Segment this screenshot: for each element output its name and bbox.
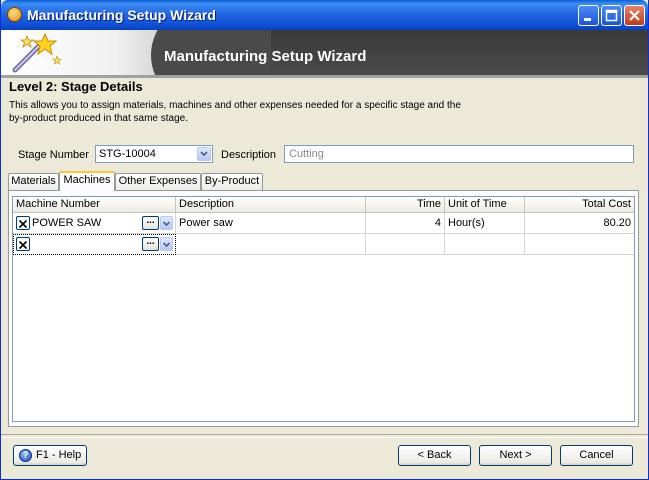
banner-title: Manufacturing Setup Wizard — [164, 48, 367, 65]
tab-other-expenses[interactable]: Other Expenses — [115, 173, 201, 190]
maximize-button[interactable] — [601, 5, 622, 26]
col-header-description[interactable]: Description — [176, 197, 366, 213]
machine-dropdown-button[interactable] — [160, 216, 173, 230]
next-button[interactable]: Next > — [479, 445, 552, 466]
minimize-button[interactable] — [578, 5, 599, 26]
magic-wand-icon — [12, 32, 62, 73]
col-header-unit-of-time[interactable]: Unit of Time — [445, 197, 525, 213]
unit-of-time-cell[interactable] — [445, 234, 525, 255]
time-cell[interactable]: 4 — [366, 213, 445, 234]
app-icon — [7, 7, 22, 22]
delete-row-button[interactable] — [16, 237, 30, 251]
time-cell[interactable] — [366, 234, 445, 255]
machines-grid: Machine Number Description Time Unit of … — [12, 196, 635, 422]
minimize-icon — [584, 18, 591, 21]
lookup-button[interactable]: ... — [142, 237, 159, 251]
close-icon — [18, 240, 28, 250]
tab-materials[interactable]: Materials — [8, 173, 59, 190]
tab-by-product[interactable]: By-Product — [201, 173, 263, 190]
ellipsis-icon: ... — [146, 215, 155, 226]
maximize-icon — [605, 9, 618, 22]
chevron-down-icon — [162, 221, 171, 227]
description-label: Description — [221, 149, 277, 161]
stage-number-dropdown-button[interactable] — [197, 147, 211, 161]
tab-machines[interactable]: Machines — [59, 171, 115, 191]
col-header-machine-number[interactable]: Machine Number — [13, 197, 176, 213]
total-cost-cell[interactable]: 80.20 — [525, 213, 634, 234]
machine-dropdown-button[interactable] — [160, 237, 173, 251]
level-description: This allows you to assign materials, mac… — [9, 100, 461, 124]
machine-number-cell[interactable]: POWER SAW ... — [13, 213, 176, 234]
wizard-banner: Manufacturing Setup Wizard — [1, 30, 648, 75]
chevron-down-icon — [162, 242, 171, 248]
help-button-label: F1 - Help — [36, 449, 82, 461]
title-bar[interactable]: Manufacturing Setup Wizard — [1, 0, 648, 30]
col-header-time[interactable]: Time — [366, 197, 445, 213]
lookup-button[interactable]: ... — [142, 216, 159, 230]
stage-number-combo[interactable]: STG-10004 — [95, 145, 213, 163]
ellipsis-icon: ... — [146, 236, 155, 247]
unit-of-time-cell[interactable]: Hour(s) — [445, 213, 525, 234]
description-field[interactable]: Cutting — [284, 145, 634, 163]
machine-number-cell[interactable]: ... — [13, 234, 176, 255]
close-button[interactable] — [624, 5, 645, 26]
back-button[interactable]: < Back — [398, 445, 471, 466]
chevron-down-icon — [200, 151, 208, 157]
close-icon — [629, 10, 640, 21]
col-header-total-cost[interactable]: Total Cost — [525, 197, 634, 213]
total-cost-cell[interactable] — [525, 234, 634, 255]
window-title: Manufacturing Setup Wizard — [27, 7, 216, 23]
machine-number-value: POWER SAW — [32, 217, 102, 229]
close-icon — [18, 219, 28, 229]
wizard-window: Manufacturing Setup Wizard Manufacturing… — [0, 0, 649, 480]
stage-number-label: Stage Number — [18, 149, 89, 161]
description-cell[interactable] — [176, 234, 366, 255]
stage-number-value: STG-10004 — [99, 148, 156, 160]
cancel-button[interactable]: Cancel — [560, 445, 633, 466]
help-button[interactable]: ? F1 - Help — [13, 445, 87, 466]
machines-tab-panel: Machine Number Description Time Unit of … — [8, 190, 639, 427]
delete-row-button[interactable] — [16, 216, 30, 230]
description-cell[interactable]: Power saw — [176, 213, 366, 234]
level-title: Level 2: Stage Details — [9, 79, 143, 94]
help-icon: ? — [19, 449, 32, 462]
description-value: Cutting — [289, 148, 324, 160]
